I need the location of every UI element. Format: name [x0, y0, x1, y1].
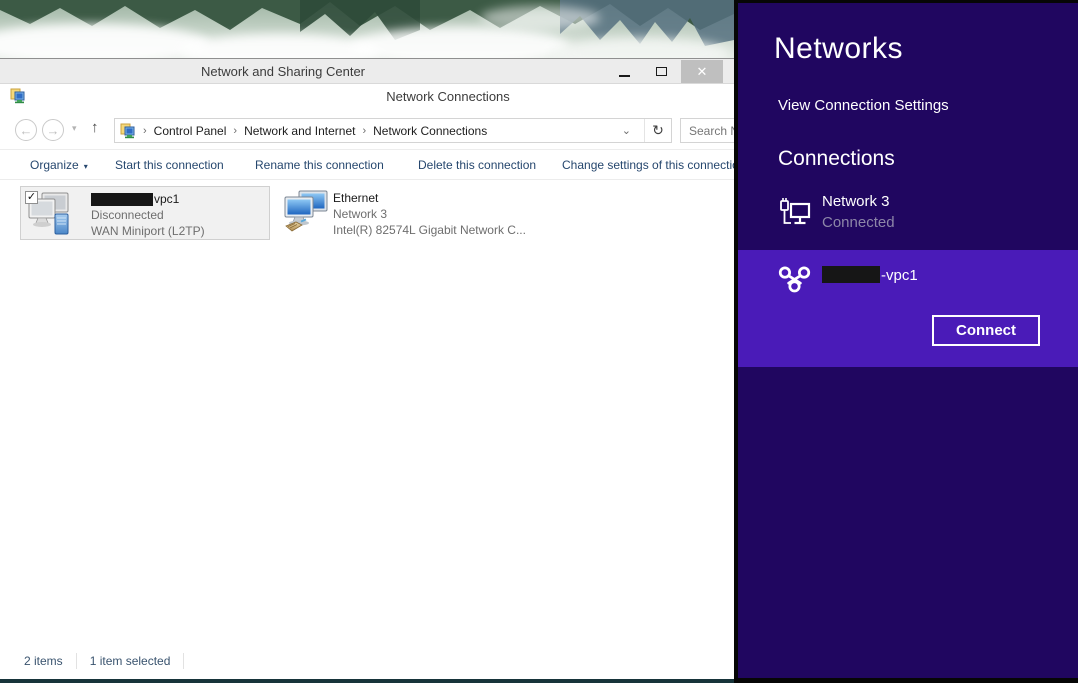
forward-button[interactable]: → — [42, 119, 64, 141]
back-button[interactable]: ← — [15, 119, 37, 141]
connection-device: WAN Miniport (L2TP) — [91, 223, 205, 239]
connection-network: Network 3 — [333, 206, 526, 222]
delete-connection-button[interactable]: Delete this connection — [418, 158, 536, 172]
recent-pages-dropdown[interactable]: ▾ — [72, 123, 77, 134]
navigation-bar: ← → ▾ ↑ › Control Panel › Network and I — [0, 110, 734, 150]
forward-icon: → — [47, 123, 60, 138]
items-count: 2 items — [24, 654, 63, 668]
vpn-name: -vpc1 — [881, 267, 918, 284]
status-separator — [183, 653, 184, 669]
redaction-box — [91, 193, 153, 206]
network3-connection-row[interactable]: Network 3 Connected — [738, 189, 1078, 239]
nc-window-titlebar: Network Connections — [0, 84, 734, 110]
breadcrumb-separator-icon: › — [233, 125, 237, 137]
connection-name-label: vpc1 — [154, 192, 179, 206]
checkmark-icon: ✓ — [27, 191, 36, 203]
network-name: Network 3 — [822, 193, 890, 210]
breadcrumb-separator-icon: › — [362, 125, 366, 137]
connect-button[interactable]: Connect — [932, 315, 1040, 346]
command-toolbar: Organize ▾ Start this connection Rename t… — [0, 150, 734, 180]
search-input[interactable] — [681, 119, 734, 142]
item-checkbox[interactable]: ✓ — [25, 191, 38, 204]
address-dropdown-icon[interactable]: ⌄ — [622, 124, 631, 137]
organize-label: Organize — [30, 158, 79, 172]
panel-title: Networks — [774, 32, 903, 66]
minimize-button[interactable] — [608, 60, 640, 83]
address-bar[interactable]: › Control Panel › Network and Internet ›… — [114, 118, 672, 143]
connection-name: Ethernet — [333, 190, 526, 206]
status-separator — [76, 653, 77, 669]
start-connection-button[interactable]: Start this connection — [115, 158, 224, 172]
organize-caret-icon: ▾ — [84, 162, 88, 171]
desktop-left-region: Network and Sharing Center ✕ Network Con… — [0, 0, 734, 683]
close-icon: ✕ — [697, 64, 708, 80]
redaction-box — [822, 266, 880, 283]
nsc-window-title: Network and Sharing Center — [201, 64, 365, 79]
desktop-wallpaper — [0, 0, 734, 58]
network-connections-app-icon — [10, 88, 26, 104]
connections-list: ✓ vpc1 Disconnected — [0, 180, 734, 640]
list-item-vpn-connection[interactable]: ✓ vpc1 Disconnected — [20, 186, 270, 240]
refresh-button[interactable]: ↻ — [644, 119, 671, 142]
item-text: vpc1 Disconnected WAN Miniport (L2TP) — [91, 191, 205, 239]
view-connection-settings-link[interactable]: View Connection Settings — [778, 97, 949, 114]
breadcrumb-separator-icon: › — [143, 125, 147, 137]
vpn-connection-row-selected[interactable]: -vpc1 Connect — [738, 250, 1078, 367]
up-button[interactable]: ↑ — [91, 119, 99, 136]
maximize-icon — [656, 67, 667, 76]
status-bar: 2 items 1 item selected — [24, 653, 184, 669]
minimize-icon — [619, 75, 630, 77]
nc-window-title: Network Connections — [386, 89, 510, 104]
refresh-icon: ↻ — [652, 122, 664, 139]
change-settings-button[interactable]: Change settings of this connection — [562, 158, 734, 172]
connection-status: Disconnected — [91, 207, 205, 223]
networks-charm-panel: Networks View Connection Settings Connec… — [734, 0, 1078, 683]
connection-name: vpc1 — [91, 191, 205, 207]
list-item-ethernet[interactable]: Ethernet Network 3 Intel(R) 82574L Gigab… — [283, 186, 533, 240]
connections-section-header: Connections — [778, 147, 895, 171]
connection-device: Intel(R) 82574L Gigabit Network C... — [333, 222, 526, 238]
breadcrumb-network-connections[interactable]: Network Connections — [373, 124, 487, 138]
item-text: Ethernet Network 3 Intel(R) 82574L Gigab… — [333, 190, 526, 238]
breadcrumb-network-and-internet[interactable]: Network and Internet — [244, 124, 355, 138]
search-box — [680, 118, 734, 143]
maximize-button[interactable] — [645, 60, 677, 83]
breadcrumb-control-panel[interactable]: Control Panel — [154, 124, 227, 138]
mountains-wallpaper-image — [0, 0, 734, 58]
screen: Network and Sharing Center ✕ Network Con… — [0, 0, 1078, 683]
screen-bottom-edge — [0, 679, 734, 683]
organize-menu-button[interactable]: Organize ▾ — [30, 158, 88, 172]
back-icon: ← — [20, 123, 33, 138]
wired-network-icon — [778, 195, 812, 229]
nsc-window-titlebar: Network and Sharing Center ✕ — [0, 58, 734, 84]
rename-connection-button[interactable]: Rename this connection — [255, 158, 384, 172]
selected-count: 1 item selected — [90, 654, 171, 668]
network-connections-window: Network Connections ← → ▾ ↑ › Contro — [0, 84, 734, 679]
close-button[interactable]: ✕ — [681, 60, 723, 83]
network-status: Connected — [822, 214, 895, 231]
address-location-icon — [120, 123, 136, 139]
vpn-icon — [776, 263, 813, 297]
ethernet-icon — [283, 190, 329, 234]
